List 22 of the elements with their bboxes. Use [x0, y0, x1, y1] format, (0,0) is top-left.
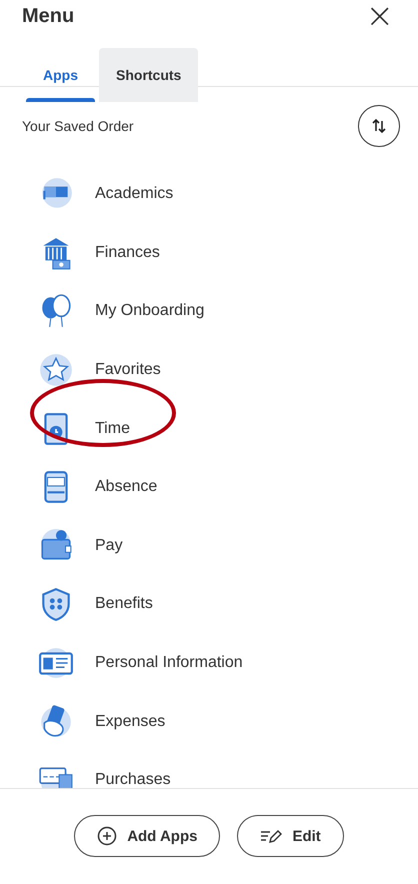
app-link[interactable]: Absence [95, 478, 158, 496]
app-link[interactable]: Pay [95, 536, 123, 555]
app-link[interactable]: Academics [95, 185, 174, 204]
app-link[interactable]: Personal Information [95, 654, 243, 672]
tab[interactable]: Apps [26, 48, 95, 102]
menu-title: Menu [22, 4, 74, 28]
close-button[interactable]: × [366, 0, 394, 33]
app-link[interactable]: Benefits [95, 595, 153, 614]
app-link[interactable]: Time [95, 420, 130, 438]
app-link[interactable]: Favorites [95, 361, 161, 380]
tab[interactable]: Shortcuts [99, 48, 198, 102]
app-link[interactable]: My Onboarding [95, 302, 204, 320]
edit-button[interactable]: Edit [237, 815, 344, 857]
plus-circle-icon [97, 826, 118, 846]
app-link[interactable]: Purchases [95, 771, 171, 788]
edit-list-icon [260, 828, 282, 844]
app-link[interactable]: Finances [95, 244, 160, 262]
sort-arrows-icon [370, 117, 388, 135]
section-title: Your Saved Order [22, 118, 134, 134]
add-apps-button[interactable]: Add Apps [74, 815, 220, 857]
sort-button[interactable] [358, 105, 400, 147]
app-link[interactable]: Expenses [95, 712, 166, 731]
